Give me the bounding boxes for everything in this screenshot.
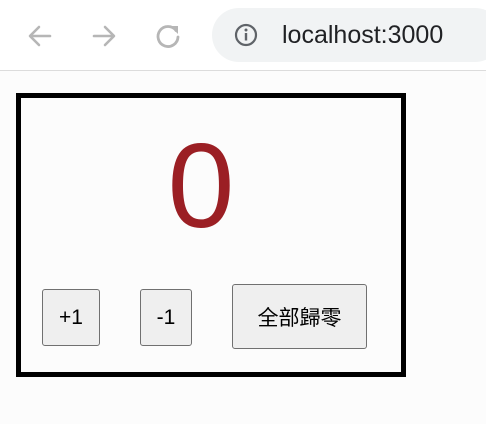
- decrement-button[interactable]: -1: [140, 289, 192, 346]
- counter-value: 0: [167, 119, 235, 253]
- reload-icon: [156, 25, 180, 48]
- url-text: localhost:3000: [282, 21, 444, 49]
- browser-toolbar: localhost:3000: [0, 0, 486, 71]
- counter-panel: 0 +1 -1 全部歸零: [16, 93, 406, 377]
- reload-button[interactable]: [150, 18, 186, 54]
- address-bar[interactable]: localhost:3000: [212, 8, 486, 62]
- arrow-right-icon: [92, 25, 116, 47]
- arrow-left-icon: [28, 25, 52, 47]
- forward-button[interactable]: [86, 18, 122, 54]
- increment-button[interactable]: +1: [42, 289, 100, 346]
- back-button[interactable]: [22, 18, 58, 54]
- info-circle-icon[interactable]: [234, 23, 258, 47]
- reset-button[interactable]: 全部歸零: [232, 284, 367, 349]
